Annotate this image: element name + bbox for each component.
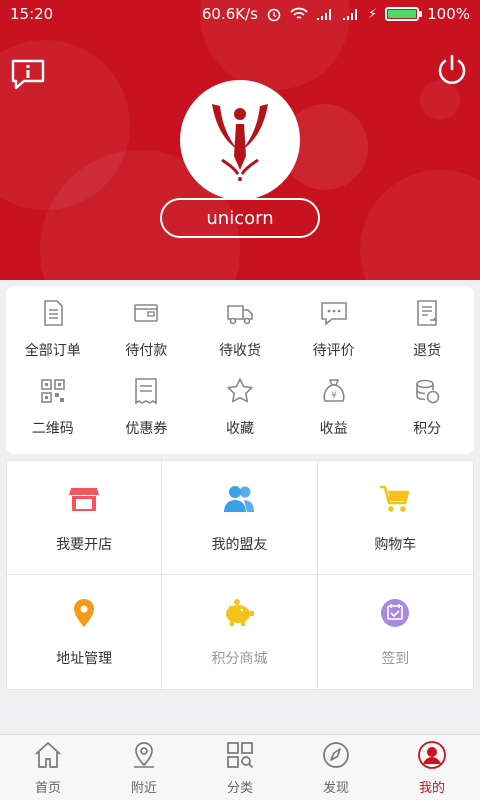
document-icon — [38, 298, 68, 332]
order-item-label: 收益 — [319, 421, 348, 437]
order-item-label: 全部订单 — [24, 343, 81, 359]
avatar[interactable] — [180, 80, 300, 200]
network-speed: 60.6K/s — [201, 5, 258, 23]
function-item-label: 地址管理 — [56, 651, 113, 667]
comment-icon — [319, 298, 349, 332]
category-icon — [225, 740, 255, 774]
shop-icon — [67, 482, 101, 520]
nav-item[interactable]: 首页 — [0, 735, 96, 800]
function-item-label: 我要开店 — [56, 536, 113, 553]
order-item[interactable]: 退货 — [380, 286, 474, 364]
profile-icon — [417, 740, 447, 774]
return-icon — [412, 298, 442, 332]
status-time: 15:20 — [10, 5, 54, 23]
nav-item-label: 我的 — [418, 780, 445, 796]
nav-item-label: 首页 — [34, 780, 61, 796]
coins-icon — [412, 376, 442, 410]
order-item-label: 退货 — [413, 343, 442, 359]
checkin-icon — [378, 596, 412, 634]
order-item-label: 二维码 — [31, 421, 74, 437]
function-grid: 我要开店 我的盟友 购物车地址管理 积分商城 签到 — [6, 460, 474, 690]
cart-icon — [378, 482, 412, 520]
nav-item-label: 分类 — [226, 780, 253, 796]
nav-item[interactable]: 发现 — [288, 735, 384, 800]
status-bar: 15:20 60.6K/s ⚡ 100% — [0, 0, 480, 28]
money-bag-icon: ¥ — [319, 376, 349, 410]
message-icon[interactable] — [10, 58, 46, 90]
signal-icon — [342, 9, 357, 20]
nav-item[interactable]: 分类 — [192, 735, 288, 800]
order-item[interactable]: 收藏 — [193, 364, 287, 442]
battery-percent: 100% — [427, 5, 470, 23]
order-item-label: 收藏 — [225, 421, 254, 437]
order-item[interactable]: 二维码 — [6, 364, 100, 442]
username-badge[interactable]: unicorn — [160, 198, 320, 238]
function-item-label: 积分商城 — [211, 651, 268, 667]
piggy-bank-icon — [222, 596, 256, 634]
star-icon — [225, 376, 255, 410]
battery-icon — [385, 7, 423, 21]
order-item-label: 积分 — [413, 421, 442, 437]
order-item-label: 优惠券 — [125, 421, 168, 437]
svg-text:¥: ¥ — [331, 391, 337, 401]
charging-icon: ⚡ — [367, 6, 378, 22]
order-item-label: 待付款 — [125, 343, 168, 359]
order-item[interactable]: 优惠券 — [100, 364, 194, 442]
function-item[interactable]: 签到 — [318, 575, 473, 689]
location-icon — [67, 596, 101, 634]
alarm-icon — [267, 8, 281, 22]
nav-item-label: 发现 — [322, 780, 349, 796]
function-item[interactable]: 购物车 — [317, 461, 473, 575]
wallet-icon — [131, 298, 161, 332]
discover-icon — [321, 740, 351, 774]
function-item[interactable]: 积分商城 — [162, 575, 318, 689]
nav-item[interactable]: 附近 — [96, 735, 192, 800]
order-item[interactable]: ¥ 收益 — [287, 364, 381, 442]
order-item-label: 待收货 — [218, 343, 261, 359]
order-panel: 全部订单 待付款 待收货 待评价 退货二维码 优惠券 收藏 ¥ 收益 积分 — [6, 286, 474, 454]
function-item-label: 购物车 — [374, 536, 417, 553]
nav-item[interactable]: 我的 — [384, 735, 480, 800]
order-item[interactable]: 待付款 — [100, 286, 194, 364]
qrcode-icon — [38, 376, 68, 410]
function-item-label: 签到 — [381, 651, 410, 667]
function-item[interactable]: 我的盟友 — [162, 461, 318, 575]
order-item[interactable]: 待评价 — [287, 286, 381, 364]
nearby-icon — [129, 740, 159, 774]
profile-header: 15:20 60.6K/s ⚡ 100% unicorn — [0, 0, 480, 280]
function-item[interactable]: 地址管理 — [7, 575, 163, 689]
bottom-nav: 首页 附近 分类 发现 我的 — [0, 734, 480, 800]
wifi-icon — [290, 7, 308, 19]
order-item[interactable]: 积分 — [380, 364, 474, 442]
friends-icon — [222, 482, 256, 520]
home-icon — [33, 740, 63, 774]
order-item[interactable]: 全部订单 — [6, 286, 100, 364]
signal-icon — [316, 9, 331, 20]
nav-item-label: 附近 — [130, 780, 157, 796]
truck-icon — [225, 298, 255, 332]
power-icon[interactable] — [434, 52, 470, 88]
logo-icon — [212, 104, 268, 181]
function-item[interactable]: 我要开店 — [7, 461, 163, 575]
order-item-label: 待评价 — [312, 343, 355, 359]
coupon-icon — [131, 376, 161, 410]
order-item[interactable]: 待收货 — [193, 286, 287, 364]
function-item-label: 我的盟友 — [211, 536, 268, 553]
